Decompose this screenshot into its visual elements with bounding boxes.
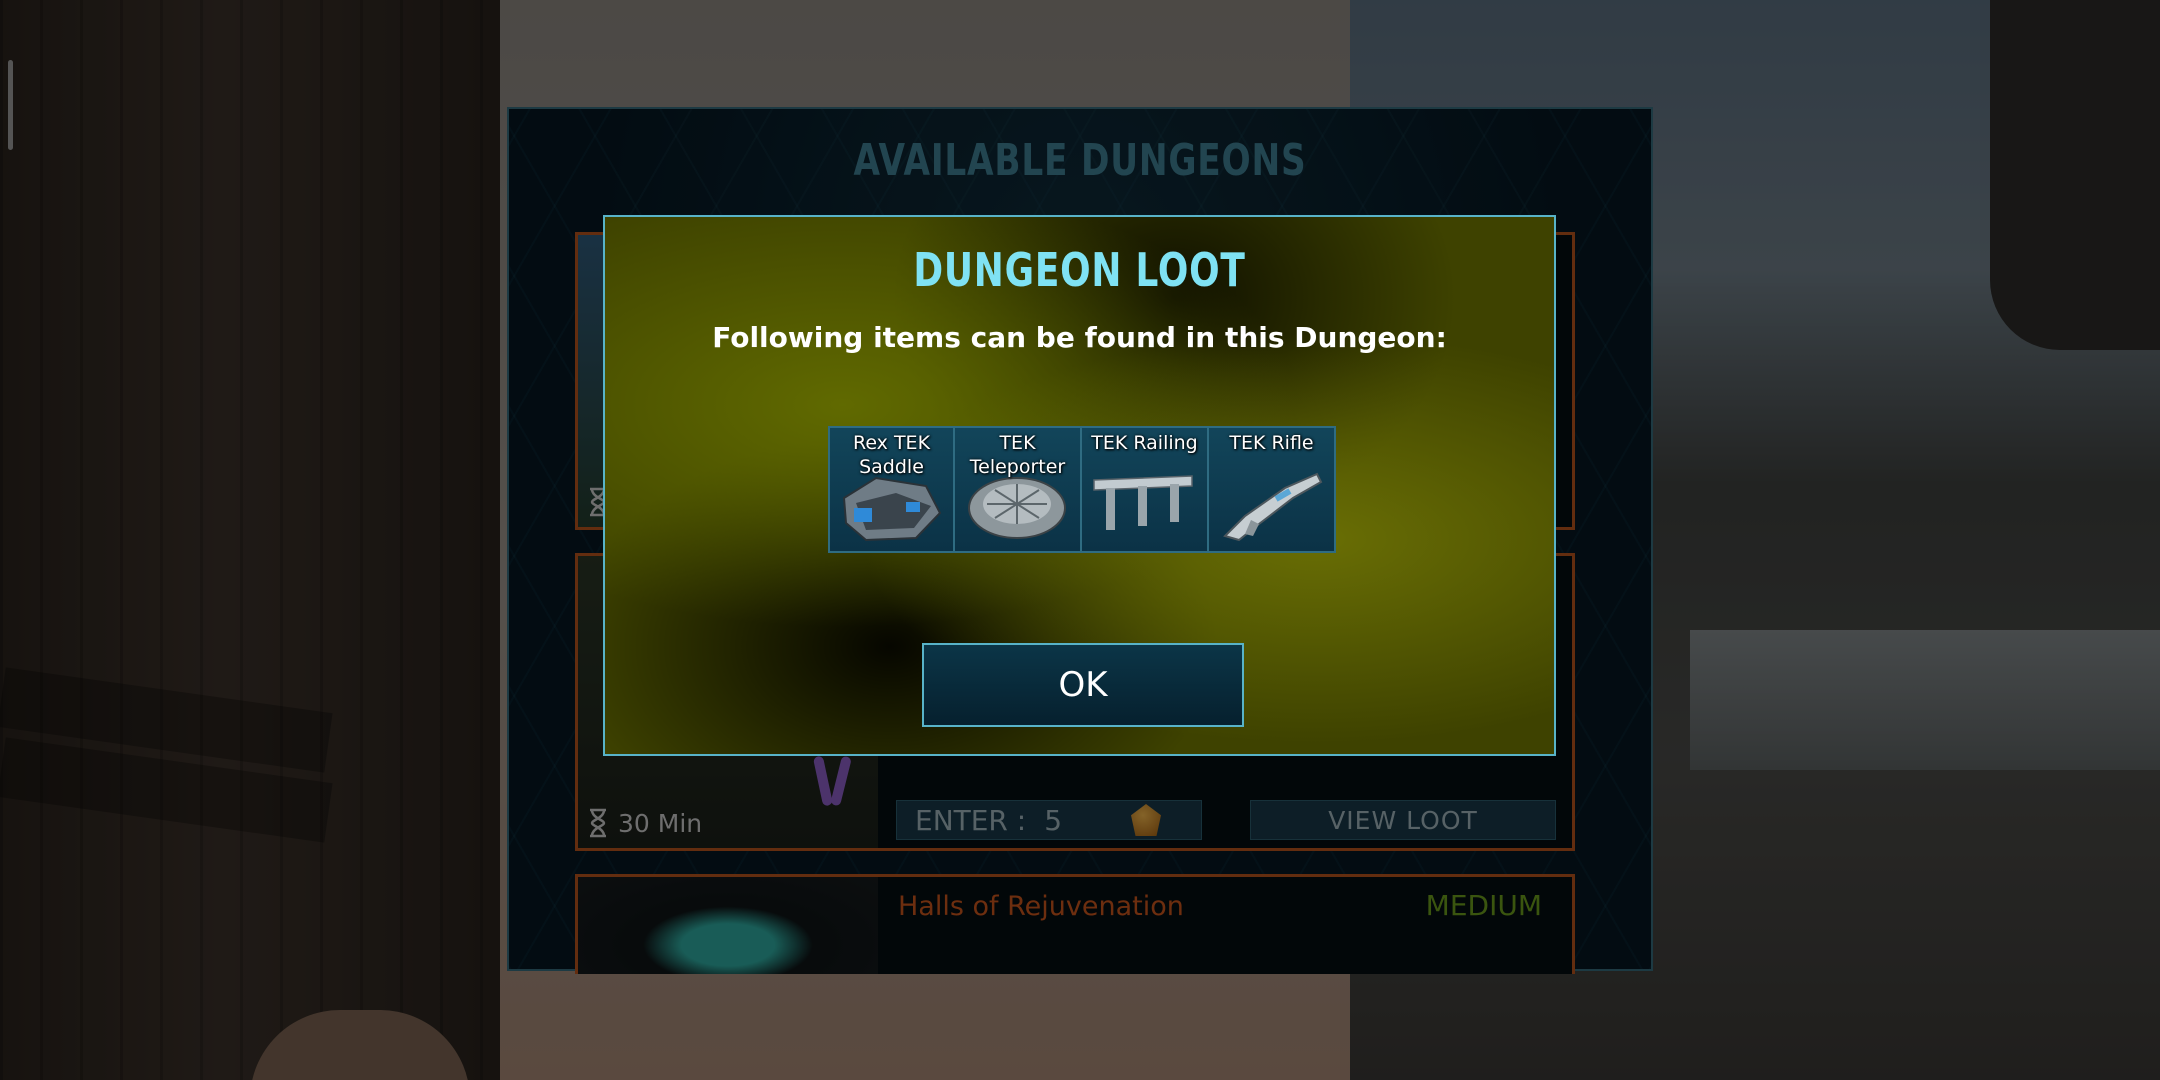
rifle-icon [1223, 472, 1323, 542]
dialog-title: DUNGEON LOOT [913, 243, 1246, 297]
loot-item-slot[interactable]: TEK Rifle [1209, 426, 1336, 553]
loot-item-slot[interactable]: Rex TEK Saddle [828, 426, 955, 553]
loot-item-label: Rex TEK Saddle [852, 432, 931, 478]
loot-item-label: TEK Railing [1091, 432, 1198, 454]
loot-item-slot[interactable]: TEK Teleporter [955, 426, 1082, 553]
loot-item-label: TEK Teleporter [969, 432, 1066, 478]
loot-item-label: TEK Rifle [1229, 432, 1314, 454]
ok-button[interactable]: OK [922, 643, 1244, 727]
dialog-subtitle: Following items can be found in this Dun… [712, 321, 1447, 354]
loot-item-slot[interactable]: TEK Railing [1082, 426, 1209, 553]
railing-icon [1093, 475, 1193, 530]
loot-item-grid: Rex TEK Saddle TEK Teleporter TEK Railin… [828, 426, 1336, 553]
dungeon-loot-dialog: DUNGEON LOOT Following items can be foun… [603, 215, 1556, 756]
